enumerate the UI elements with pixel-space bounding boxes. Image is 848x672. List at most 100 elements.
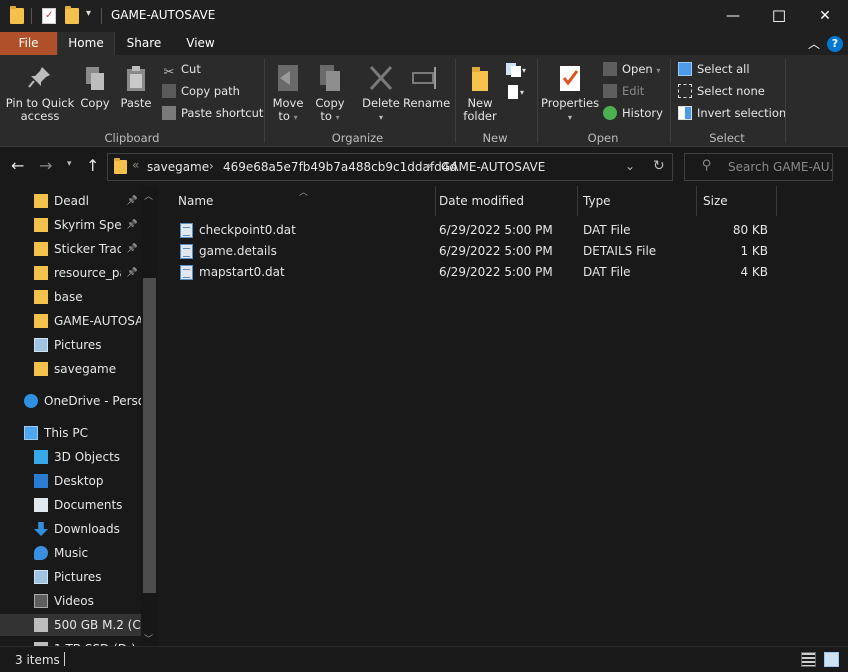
minimize-button[interactable]: —	[710, 0, 756, 32]
rename-button[interactable]: Rename	[403, 63, 451, 110]
breadcrumb-game-autosave[interactable]: GAME-AUTOSAVE	[441, 160, 545, 174]
nav-item[interactable]: 500 GB M.2 (C:)	[0, 614, 141, 636]
scrollbar-thumb[interactable]	[143, 278, 156, 593]
file-date: 6/29/2022 5:00 PM	[439, 244, 553, 258]
history-button[interactable]: History	[603, 104, 663, 122]
nav-item[interactable]: Pictures	[0, 566, 141, 588]
nav-item[interactable]: Pictures	[0, 334, 141, 356]
column-header-name[interactable]: Name	[172, 186, 436, 216]
nav-item[interactable]: GAME-AUTOSAV	[0, 310, 141, 332]
copy-to-button[interactable]: Copy to ▾	[312, 63, 348, 124]
easy-access-icon: ▾	[508, 85, 524, 99]
paste-button[interactable]: Paste	[118, 65, 154, 110]
file-row[interactable]: mapstart0.dat 6/29/2022 5:00 PM DAT File 4 …	[171, 262, 771, 283]
pictures-icon	[34, 570, 48, 584]
nav-item[interactable]: Music	[0, 542, 141, 564]
refresh-icon[interactable]: ↻	[653, 158, 665, 174]
copy-path-button[interactable]: Copy path	[162, 82, 240, 100]
nav-item[interactable]: base	[0, 286, 141, 308]
history-label: History	[622, 106, 663, 120]
nav-item[interactable]: Deadl 📌	[0, 190, 141, 212]
scroll-down-icon[interactable]: ﹀	[144, 632, 153, 645]
nav-item[interactable]: resource_pac 📌	[0, 262, 141, 284]
nav-item[interactable]: savegame	[0, 358, 141, 380]
paste-shortcut-button[interactable]: Paste shortcut	[162, 104, 263, 122]
scroll-up-icon[interactable]: ︿	[144, 189, 153, 202]
properties-button[interactable]: Properties ▾	[541, 63, 599, 124]
tab-share[interactable]: Share	[115, 32, 173, 55]
folder-icon	[34, 266, 48, 280]
nav-item-label: GAME-AUTOSAV	[54, 314, 141, 328]
forward-arrow-icon[interactable]: →	[39, 156, 52, 175]
cut-button[interactable]: ✂ Cut	[162, 60, 201, 80]
group-separator	[455, 59, 456, 143]
column-header-date[interactable]: Date modified	[433, 186, 578, 216]
nav-item[interactable]: Downloads	[0, 518, 141, 540]
new-folder-button[interactable]: New folder	[460, 63, 500, 123]
new-folder-qa-icon[interactable]	[65, 6, 79, 24]
cloud-icon	[24, 394, 38, 408]
move-to-button[interactable]: Move to ▾	[270, 63, 306, 124]
tab-view[interactable]: View	[173, 32, 228, 55]
maximize-button[interactable]: ☐	[756, 0, 802, 32]
file-name: game.details	[199, 244, 277, 258]
overflow-icon[interactable]: «	[132, 158, 139, 172]
nav-item[interactable]: This PC	[0, 422, 141, 444]
recent-locations-chevron-icon[interactable]: ▾	[67, 159, 72, 169]
select-none-icon	[678, 84, 692, 98]
file-date: 6/29/2022 5:00 PM	[439, 223, 553, 237]
nav-item[interactable]: OneDrive - Person	[0, 390, 141, 412]
search-box[interactable]: ⚲ Search GAME-AU...	[684, 153, 833, 181]
breadcrumb-separator[interactable]: ›	[427, 159, 432, 173]
address-history-chevron-icon[interactable]: ⌄	[625, 159, 635, 173]
search-icon: ⚲	[702, 158, 712, 173]
breadcrumb-separator[interactable]: ›	[209, 159, 214, 173]
nav-item[interactable]: Skyrim Specia 📌	[0, 214, 141, 236]
close-button[interactable]: ✕	[802, 0, 848, 32]
svg-text:▾: ▾	[522, 66, 526, 75]
nav-item[interactable]: 3D Objects	[0, 446, 141, 468]
nav-item-label: Pictures	[54, 338, 102, 352]
up-arrow-icon[interactable]: ↑	[86, 156, 99, 175]
help-icon[interactable]: ?	[827, 36, 843, 52]
address-bar[interactable]: « savegame › 469e68a5e7fb49b7a488cb9c1dd…	[107, 153, 673, 181]
customize-qa-chevron-icon[interactable]: ▾	[86, 8, 91, 19]
copy-button[interactable]: Copy	[78, 65, 112, 110]
nav-scrollbar[interactable]: ︿ ﹀	[141, 186, 158, 646]
properties-qa-icon[interactable]: ✓	[42, 8, 56, 24]
select-all-button[interactable]: Select all	[678, 60, 750, 78]
file-row[interactable]: checkpoint0.dat 6/29/2022 5:00 PM DAT File…	[171, 220, 771, 241]
file-row[interactable]: game.details 6/29/2022 5:00 PM DETAILS Fil…	[171, 241, 771, 262]
rename-label: Rename	[403, 96, 451, 110]
pin-label: Pin to Quick	[5, 96, 75, 110]
nav-item[interactable]: Videos	[0, 590, 141, 612]
nav-item[interactable]: Documents	[0, 494, 141, 516]
back-arrow-icon[interactable]: ←	[11, 156, 24, 175]
collapse-ribbon-icon[interactable]: ︿	[808, 35, 820, 52]
edit-button[interactable]: Edit	[603, 82, 644, 100]
breadcrumb-guid[interactable]: 469e68a5e7fb49b7a488cb9c1ddafd4d	[223, 160, 457, 174]
column-header-type[interactable]: Type	[577, 186, 697, 216]
clipboard-icon	[127, 66, 145, 91]
large-icons-view-icon[interactable]	[824, 652, 839, 667]
nav-item[interactable]: Sticker Trades 📌	[0, 238, 141, 260]
breadcrumb-savegame[interactable]: savegame	[147, 160, 209, 174]
easy-access-button[interactable]: ▾	[505, 84, 527, 100]
delete-button[interactable]: Delete ▾	[359, 63, 403, 124]
nav-item[interactable]: Desktop	[0, 470, 141, 492]
copy-path-label: Copy path	[181, 84, 240, 98]
details-view-icon[interactable]	[801, 652, 816, 667]
file-name: mapstart0.dat	[199, 265, 285, 279]
column-header-size[interactable]: Size	[697, 186, 777, 216]
search-input[interactable]: Search GAME-AU...	[728, 160, 832, 174]
pin-to-quick-access-button[interactable]: Pin to Quick access	[4, 65, 76, 123]
new-item-button[interactable]: ▾	[505, 62, 527, 78]
select-none-button[interactable]: Select none	[678, 82, 765, 100]
tab-home[interactable]: Home	[57, 32, 115, 55]
group-separator	[537, 59, 538, 143]
tab-file[interactable]: File	[0, 32, 57, 55]
open-button[interactable]: Open ▾	[603, 60, 660, 78]
file-list: ︿ Name Date modified Type Size checkpoin…	[159, 186, 848, 646]
invert-selection-button[interactable]: Invert selection	[678, 104, 786, 122]
nav-item-label: Sticker Trades	[54, 242, 121, 256]
